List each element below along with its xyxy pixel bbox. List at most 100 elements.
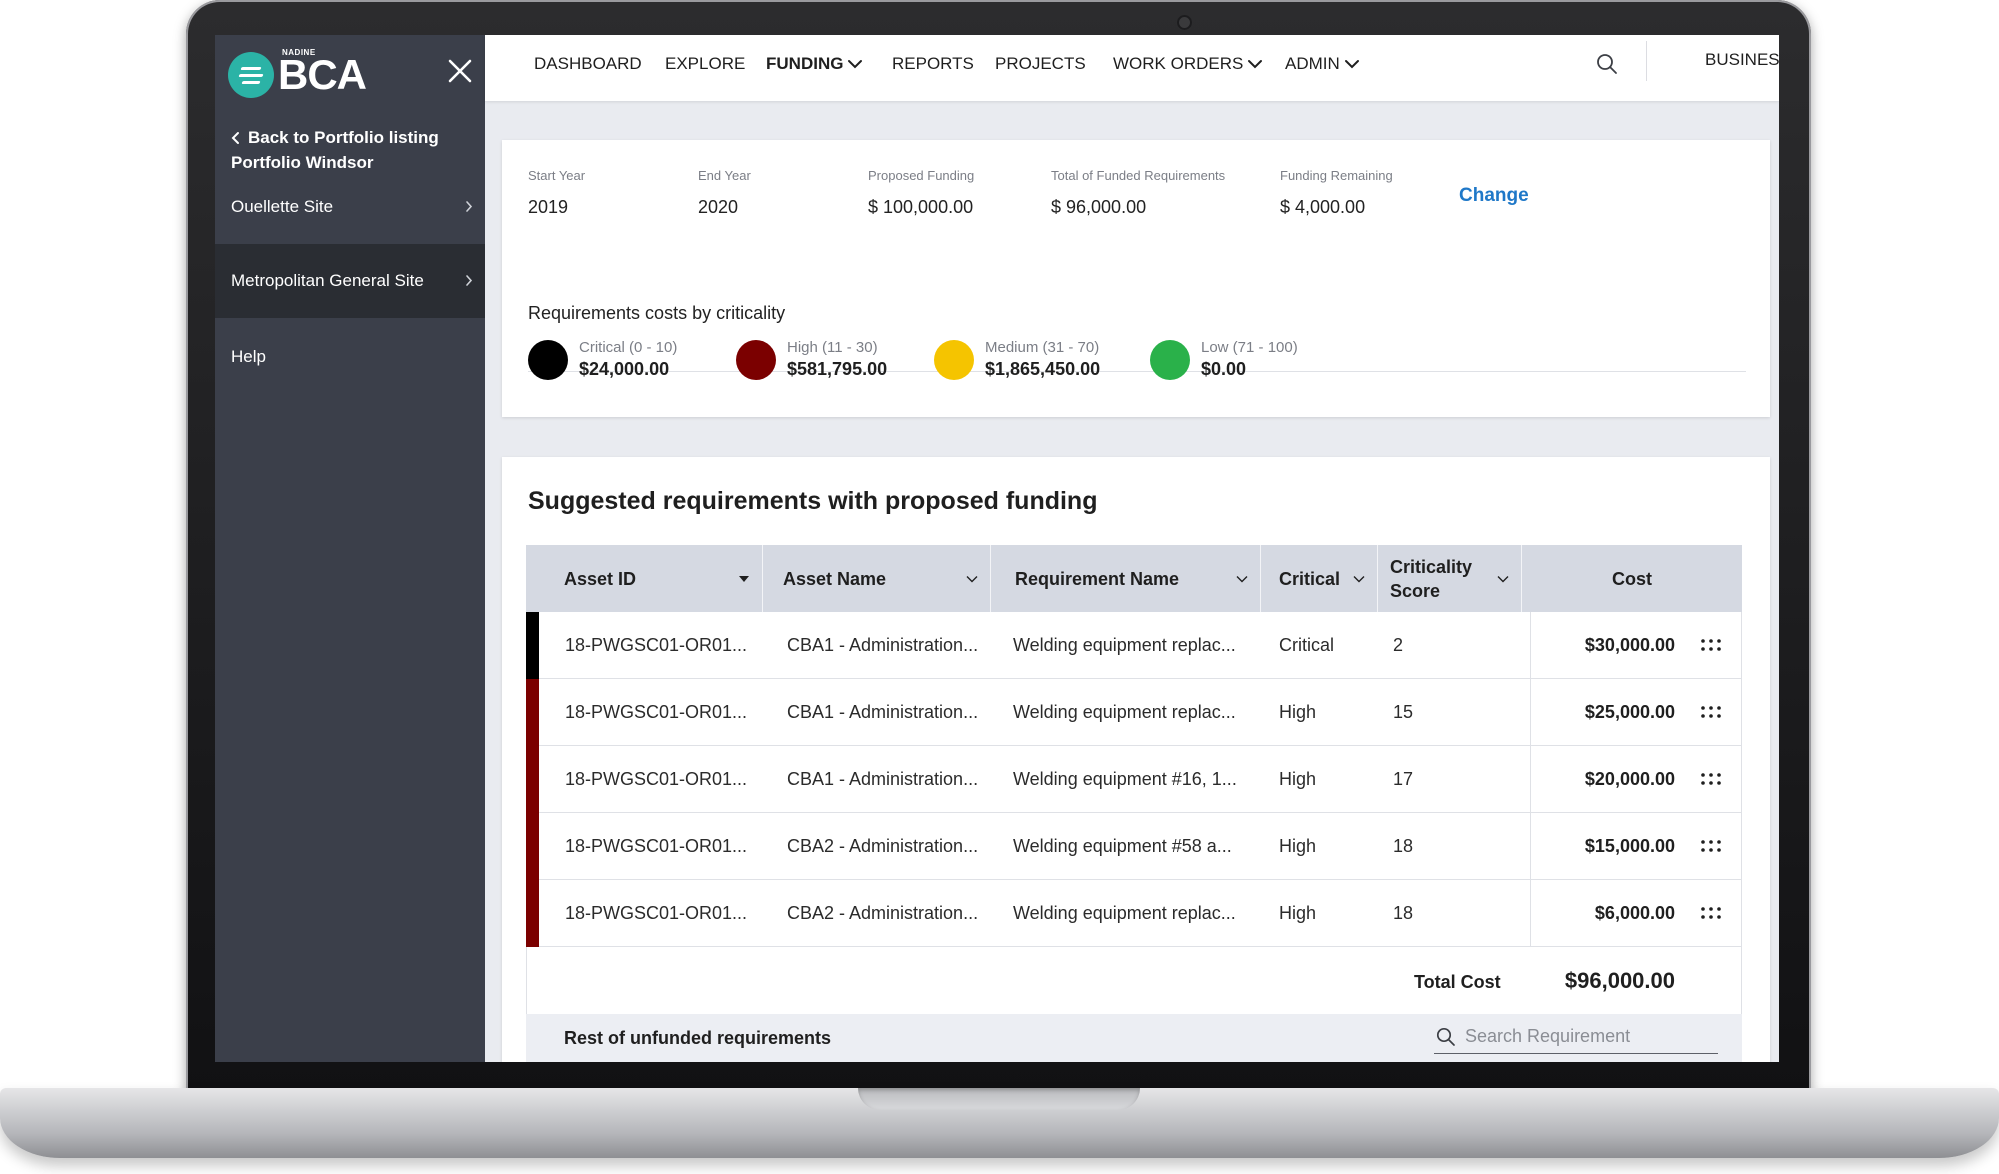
- criticality-value: $0.00: [1201, 359, 1247, 379]
- cell-criticality-score: 17: [1393, 768, 1414, 789]
- nav-funding[interactable]: FUNDING: [766, 49, 863, 79]
- cell-requirement-name: Welding equipment replac...: [1013, 634, 1236, 655]
- chevron-down-icon: [848, 60, 863, 69]
- search-requirement-input[interactable]: [1465, 1026, 1705, 1047]
- close-sidebar-button[interactable]: [446, 57, 474, 85]
- column-asset-id[interactable]: Asset ID: [526, 545, 763, 612]
- funded-requirements-stat: Total of Funded Requirements $ 96,000.00: [1051, 168, 1225, 218]
- nav-projects[interactable]: PROJECTS: [995, 49, 1086, 79]
- criticality-high: High (11 - 30) $581,795.00: [736, 339, 887, 380]
- nav-label: REPORTS: [892, 54, 974, 73]
- sidebar-item-label: Metropolitan General Site: [231, 271, 424, 290]
- search-icon: [1597, 54, 1617, 74]
- end-year-stat: End Year 2020: [698, 168, 751, 218]
- criticality-label: Critical (0 - 10): [579, 339, 678, 356]
- nav-label: PROJECTS: [995, 54, 1086, 73]
- nav-label: WORK ORDERS: [1113, 54, 1244, 73]
- back-label: Back to Portfolio listing: [248, 128, 439, 147]
- laptop-notch: [858, 1088, 1140, 1110]
- column-cost[interactable]: Cost: [1522, 545, 1742, 612]
- cell-critical: High: [1279, 768, 1317, 789]
- cell-asset-name: CBA2 - Administration...: [787, 835, 979, 856]
- nav-work-orders[interactable]: WORK ORDERS: [1113, 49, 1263, 79]
- cell-cost: $15,000.00: [1584, 835, 1675, 856]
- sidebar-item-ouellette-site[interactable]: Ouellette Site: [215, 170, 485, 244]
- more-options-icon[interactable]: [1700, 705, 1722, 719]
- chevron-down-icon: [1236, 576, 1248, 583]
- logo-small-text: NADINE: [282, 48, 316, 57]
- nav-dashboard[interactable]: DASHBOARD: [534, 49, 642, 79]
- more-options-icon[interactable]: [1700, 772, 1722, 786]
- chevron-down-icon: [1344, 60, 1359, 69]
- change-funding-link[interactable]: Change: [1459, 185, 1529, 207]
- nav-explore[interactable]: EXPLORE: [665, 49, 745, 79]
- cell-critical: High: [1279, 902, 1317, 923]
- search-requirement-box: [1434, 1020, 1718, 1054]
- cell-asset-name: CBA1 - Administration...: [787, 701, 979, 722]
- total-cost-label: Total Cost: [1414, 972, 1501, 992]
- table-row[interactable]: 18-PWGSC01-OR01... CBA2 - Administration…: [526, 813, 1742, 880]
- criticality-medium: Medium (31 - 70) $1,865,450.00: [934, 339, 1100, 380]
- column-label: Cost: [1612, 568, 1652, 589]
- logo-text: NADINE BCA: [278, 48, 367, 98]
- nav-search-button[interactable]: [1596, 49, 1618, 79]
- criticality-title: Requirements costs by criticality: [528, 303, 786, 323]
- nav-reports[interactable]: REPORTS: [892, 49, 974, 79]
- stat-label: Start Year: [528, 168, 586, 183]
- sidebar-item-help[interactable]: Help: [215, 320, 485, 394]
- nav-admin[interactable]: ADMIN: [1285, 49, 1360, 79]
- stat-label: Funding Remaining: [1280, 168, 1393, 183]
- cell-critical: High: [1279, 835, 1317, 856]
- table-row[interactable]: 18-PWGSC01-OR01... CBA1 - Administration…: [526, 612, 1742, 679]
- more-options-icon[interactable]: [1700, 638, 1722, 652]
- column-criticality-score[interactable]: Criticality Score: [1378, 545, 1522, 612]
- more-options-icon[interactable]: [1700, 839, 1722, 853]
- criticality-dot: [934, 339, 974, 380]
- table-row[interactable]: 18-PWGSC01-OR01... CBA2 - Administration…: [526, 880, 1742, 947]
- cell-requirement-name: Welding equipment replac...: [1013, 701, 1236, 722]
- sidebar-item-metropolitan-general-site[interactable]: Metropolitan General Site: [215, 244, 485, 318]
- criticality-dot: [528, 339, 568, 380]
- criticality-value: $1,865,450.00: [985, 359, 1101, 379]
- column-label: Criticality: [1390, 556, 1473, 577]
- cell-cost: $20,000.00: [1584, 768, 1675, 789]
- table-row[interactable]: 18-PWGSC01-OR01... CBA1 - Administration…: [526, 746, 1742, 813]
- unfunded-requirements-label: Rest of unfunded requirements: [564, 1028, 832, 1048]
- stat-value: 2019: [528, 197, 569, 217]
- requirements-table: Asset ID Asset Name Requirement Name Cri…: [526, 545, 1742, 1062]
- total-cost-row: Total Cost $96,000.00: [526, 947, 1742, 1014]
- stat-label: Proposed Funding: [868, 168, 975, 183]
- bca-logo[interactable]: NADINE BCA: [228, 48, 367, 101]
- funding-summary-card: Start Year 2019 End Year 2020 Proposed F…: [502, 140, 1770, 417]
- table-header: Asset ID Asset Name Requirement Name Cri…: [526, 545, 1742, 612]
- nav-label: EXPLORE: [665, 54, 746, 73]
- column-label: Asset Name: [783, 568, 887, 589]
- cell-asset-id: 18-PWGSC01-OR01...: [565, 634, 748, 655]
- logo-big-text: BCA: [278, 51, 367, 98]
- back-to-portfolio-link[interactable]: Back to Portfolio listing Portfolio Wind…: [231, 125, 439, 175]
- business-name[interactable]: BUSINESS NAME: [1705, 50, 1779, 70]
- nav-label: DASHBOARD: [534, 54, 642, 73]
- column-requirement-name[interactable]: Requirement Name: [991, 545, 1261, 612]
- stat-value: 2020: [698, 197, 739, 217]
- column-critical[interactable]: Critical: [1261, 545, 1378, 612]
- chevron-down-icon: [1248, 60, 1263, 69]
- chevron-left-icon: [231, 131, 239, 144]
- chevron-down-icon: [966, 576, 978, 583]
- nav-label: ADMIN: [1285, 54, 1340, 73]
- stat-label: End Year: [698, 168, 751, 183]
- criticality-label: Medium (31 - 70): [985, 339, 1100, 356]
- more-options-icon[interactable]: [1700, 906, 1722, 920]
- criticality-indicator: [526, 880, 539, 947]
- cell-cost: $25,000.00: [1584, 701, 1675, 722]
- cell-asset-name: CBA1 - Administration...: [787, 768, 979, 789]
- cell-criticality-score: 15: [1393, 701, 1414, 722]
- column-asset-name[interactable]: Asset Name: [763, 545, 991, 612]
- cell-asset-name: CBA2 - Administration...: [787, 902, 979, 923]
- cell-criticality-score: 18: [1393, 835, 1414, 856]
- criticality-critical: Critical (0 - 10) $24,000.00: [528, 339, 677, 380]
- cell-asset-name: CBA1 - Administration...: [787, 634, 979, 655]
- requirements-card: Suggested requirements with proposed fun…: [502, 457, 1770, 1062]
- sidebar: NADINE BCA Back to Portfolio listing Por…: [215, 35, 485, 1062]
- table-row[interactable]: 18-PWGSC01-OR01... CBA1 - Administration…: [526, 679, 1742, 746]
